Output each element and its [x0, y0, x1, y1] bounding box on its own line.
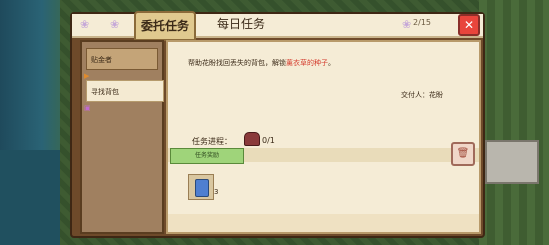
quest-list: 贴金者 ▶ 寻找背包 ▣: [80, 40, 164, 234]
swirl-decor-icon: ❀: [110, 18, 120, 31]
quest-description: 帮助花盼找回丢失的背包，解锁薰衣草的种子。: [188, 58, 335, 68]
house: [485, 140, 539, 184]
flag-icon: ▶: [84, 72, 90, 80]
abandon-quest-button[interactable]: 🗑: [451, 142, 475, 166]
quest-detail: 帮助花盼找回丢失的背包，解锁薰衣草的种子。 交付人：花盼 任务进程： 0/1 任…: [166, 40, 481, 234]
swirl-decor-icon: ❀: [402, 18, 412, 31]
pond: [0, 150, 60, 245]
detail-footer: [168, 214, 479, 232]
quest-list-item[interactable]: 贴金者: [86, 48, 158, 70]
trash-icon: 🗑: [456, 148, 470, 159]
description-end: 。: [328, 59, 335, 67]
reward-tab: 任务奖励: [170, 148, 244, 164]
seed-packet-icon: [195, 179, 209, 197]
description-highlight: 薰衣草的种子: [286, 59, 328, 67]
progress-value: 0/1: [262, 136, 275, 145]
backpack-icon: [244, 132, 260, 146]
tab-daily-quests[interactable]: 每日任务: [208, 11, 274, 37]
quest-giver: 交付人：花盼: [401, 91, 443, 99]
ribbon-icon: ▣: [84, 104, 91, 112]
progress-label: 任务进程：: [192, 137, 232, 146]
quest-item-label: 寻找背包: [91, 88, 119, 96]
reward-quantity: 3: [214, 188, 219, 196]
quest-item-label: 贴金者: [91, 56, 112, 64]
description-text: 帮助花盼找回丢失的背包，解锁: [188, 59, 286, 67]
close-button[interactable]: ✕: [458, 14, 480, 36]
reward-slot[interactable]: [188, 174, 214, 200]
quest-counter: 2/15: [413, 18, 431, 27]
quest-panel: ❀ ❀ ❀ 委托任务 每日任务 2/15 ✕ 贴金者 ▶ 寻找背包 ▣ 帮助花盼…: [70, 11, 485, 238]
quest-list-item-selected[interactable]: 寻找背包: [86, 80, 164, 102]
tab-commission-quests[interactable]: 委托任务: [134, 11, 196, 41]
crop-field: [479, 0, 549, 245]
swirl-decor-icon: ❀: [80, 18, 90, 31]
